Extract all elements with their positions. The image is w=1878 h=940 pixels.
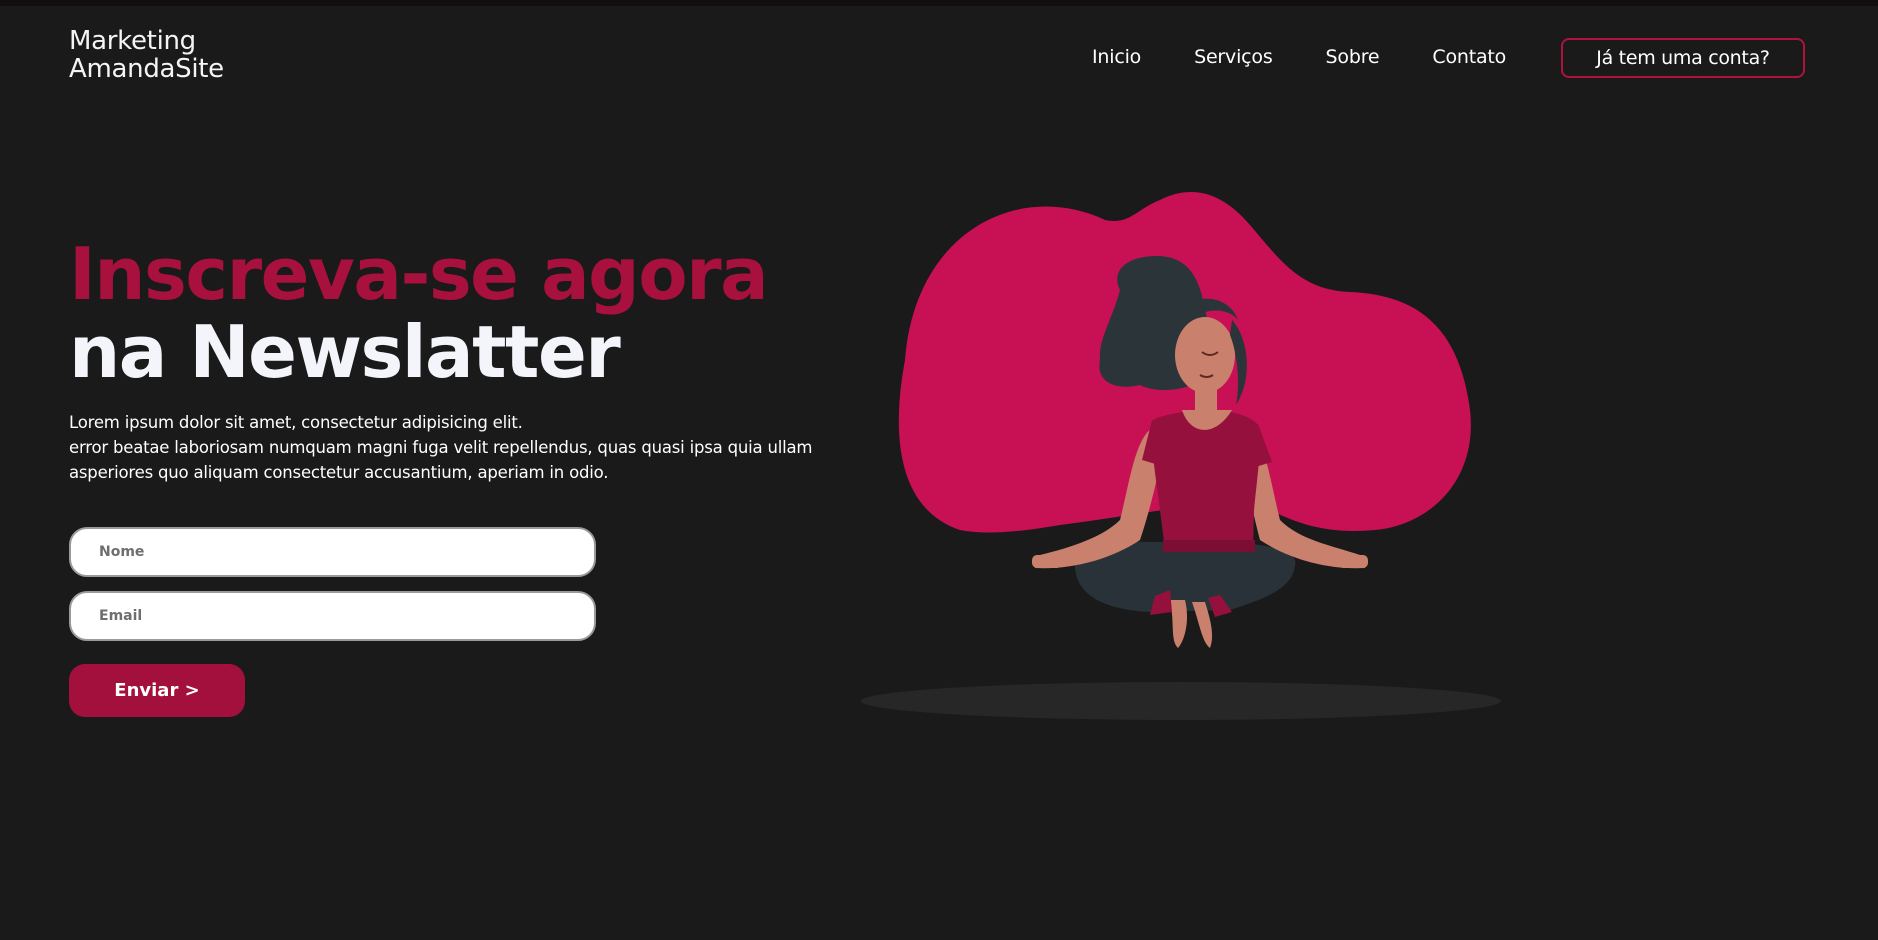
email-input[interactable]: [69, 591, 596, 641]
logo[interactable]: Marketing AmandaSite: [69, 27, 224, 83]
nav-link-sobre[interactable]: Sobre: [1326, 46, 1380, 68]
face: [1175, 317, 1235, 393]
hero-title: Inscreva-se agora na Newslatter: [69, 232, 769, 394]
main-nav: Inicio Serviços Sobre Contato: [1092, 46, 1559, 68]
submit-button[interactable]: Enviar >: [69, 664, 245, 717]
hero-description-line-3: asperiores quo aliquam consectetur accus…: [69, 463, 609, 482]
left-hand: [1032, 555, 1062, 568]
nav-link-inicio[interactable]: Inicio: [1092, 46, 1141, 68]
nav-link-contato[interactable]: Contato: [1432, 46, 1506, 68]
hero-title-line-1: Inscreva-se agora: [69, 232, 769, 316]
meditating-woman-illustration: [861, 192, 1501, 720]
logo-line-2: AmandaSite: [69, 54, 224, 84]
left-foot: [1170, 600, 1188, 648]
hero-description-line-2: error beatae laboriosam numquam magni fu…: [69, 438, 813, 457]
nav-link-servicos[interactable]: Serviços: [1194, 46, 1273, 68]
top-edge-line: [0, 0, 1878, 6]
name-input[interactable]: [69, 527, 596, 577]
account-button[interactable]: Já tem uma conta?: [1561, 38, 1805, 78]
hero-title-line-2: na Newslatter: [69, 310, 621, 394]
waistband: [1163, 540, 1255, 552]
right-hand: [1338, 555, 1368, 568]
logo-line-1: Marketing: [69, 26, 196, 56]
hero-description: Lorem ipsum dolor sit amet, consectetur …: [69, 410, 869, 485]
floor-shadow: [861, 682, 1501, 720]
hero-description-line-1: Lorem ipsum dolor sit amet, consectetur …: [69, 413, 523, 432]
